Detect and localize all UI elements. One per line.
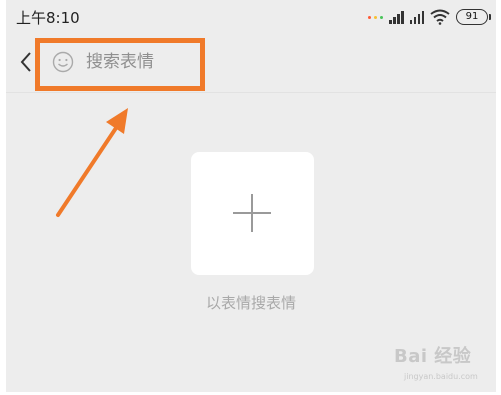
signal-icon [389, 10, 404, 24]
arrow-icon [56, 108, 128, 217]
wifi-icon [430, 9, 450, 25]
battery-icon: 91 [456, 9, 491, 25]
signal-icon [409, 10, 424, 24]
plus-icon [233, 194, 271, 232]
watermark-url: jingyan.baidu.com [404, 372, 478, 381]
status-bar: 上午8:10 91 [6, 0, 496, 36]
add-emoji-button[interactable] [191, 152, 314, 275]
baidu-watermark: Bai 经验 jingyan.baidu.com [394, 340, 496, 390]
watermark-logo: Bai 经验 [394, 346, 472, 367]
status-icons: 91 [368, 8, 491, 26]
chevron-left-icon[interactable] [18, 50, 34, 74]
status-time: 上午8:10 [16, 9, 80, 27]
app-screen: 上午8:10 91 搜索表情 以表情搜表情 Bai 经验 jingyan.bai… [6, 0, 496, 392]
colored-dots-icon [368, 15, 383, 19]
highlight-box [35, 38, 205, 91]
add-emoji-caption: 以表情搜表情 [205, 294, 296, 312]
